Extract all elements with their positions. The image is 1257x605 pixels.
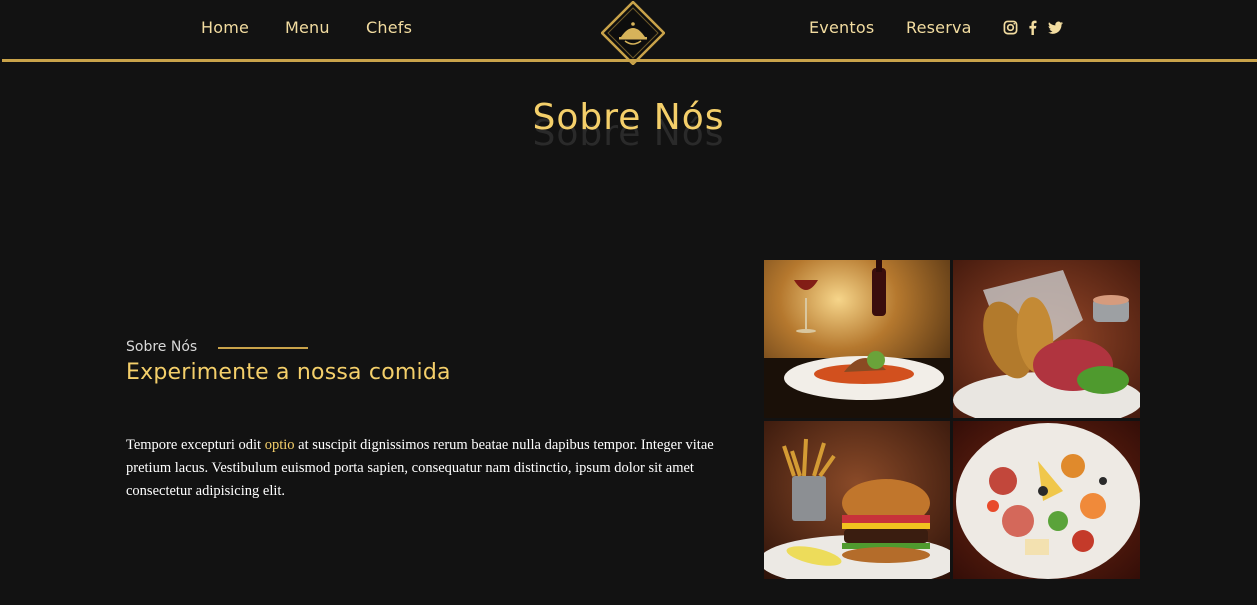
nav-link-eventos[interactable]: Eventos [809, 18, 874, 37]
gallery-image-burger [764, 421, 950, 579]
twitter-icon[interactable] [1048, 20, 1063, 36]
nav-divider [2, 59, 1257, 62]
about-paragraph: Tempore excepturi odit optio at suscipit… [126, 434, 726, 503]
food-gallery [764, 260, 1140, 579]
instagram-icon[interactable] [1003, 20, 1018, 36]
section-title: Sobre Nós [532, 97, 725, 138]
gallery-image-antipasto [953, 421, 1140, 579]
eyebrow-divider [218, 347, 308, 349]
about-eyebrow: Sobre Nós [126, 339, 198, 355]
top-navigation: Home Menu Chefs Eventos Reserva [0, 0, 1257, 66]
restaurant-logo[interactable] [600, 0, 666, 66]
paragraph-highlight: optio [264, 437, 295, 453]
gallery-image-steak-dinner [764, 260, 950, 418]
nav-link-home[interactable]: Home [201, 18, 249, 37]
about-heading: Experimente a nossa comida [126, 360, 451, 385]
nav-link-menu[interactable]: Menu [285, 18, 330, 37]
nav-link-chefs[interactable]: Chefs [366, 18, 412, 37]
paragraph-text-start: Tempore excepturi odit [126, 437, 265, 453]
facebook-icon[interactable] [1028, 20, 1037, 36]
gallery-image-fried-chicken [953, 260, 1140, 418]
nav-link-reserva[interactable]: Reserva [906, 18, 972, 37]
